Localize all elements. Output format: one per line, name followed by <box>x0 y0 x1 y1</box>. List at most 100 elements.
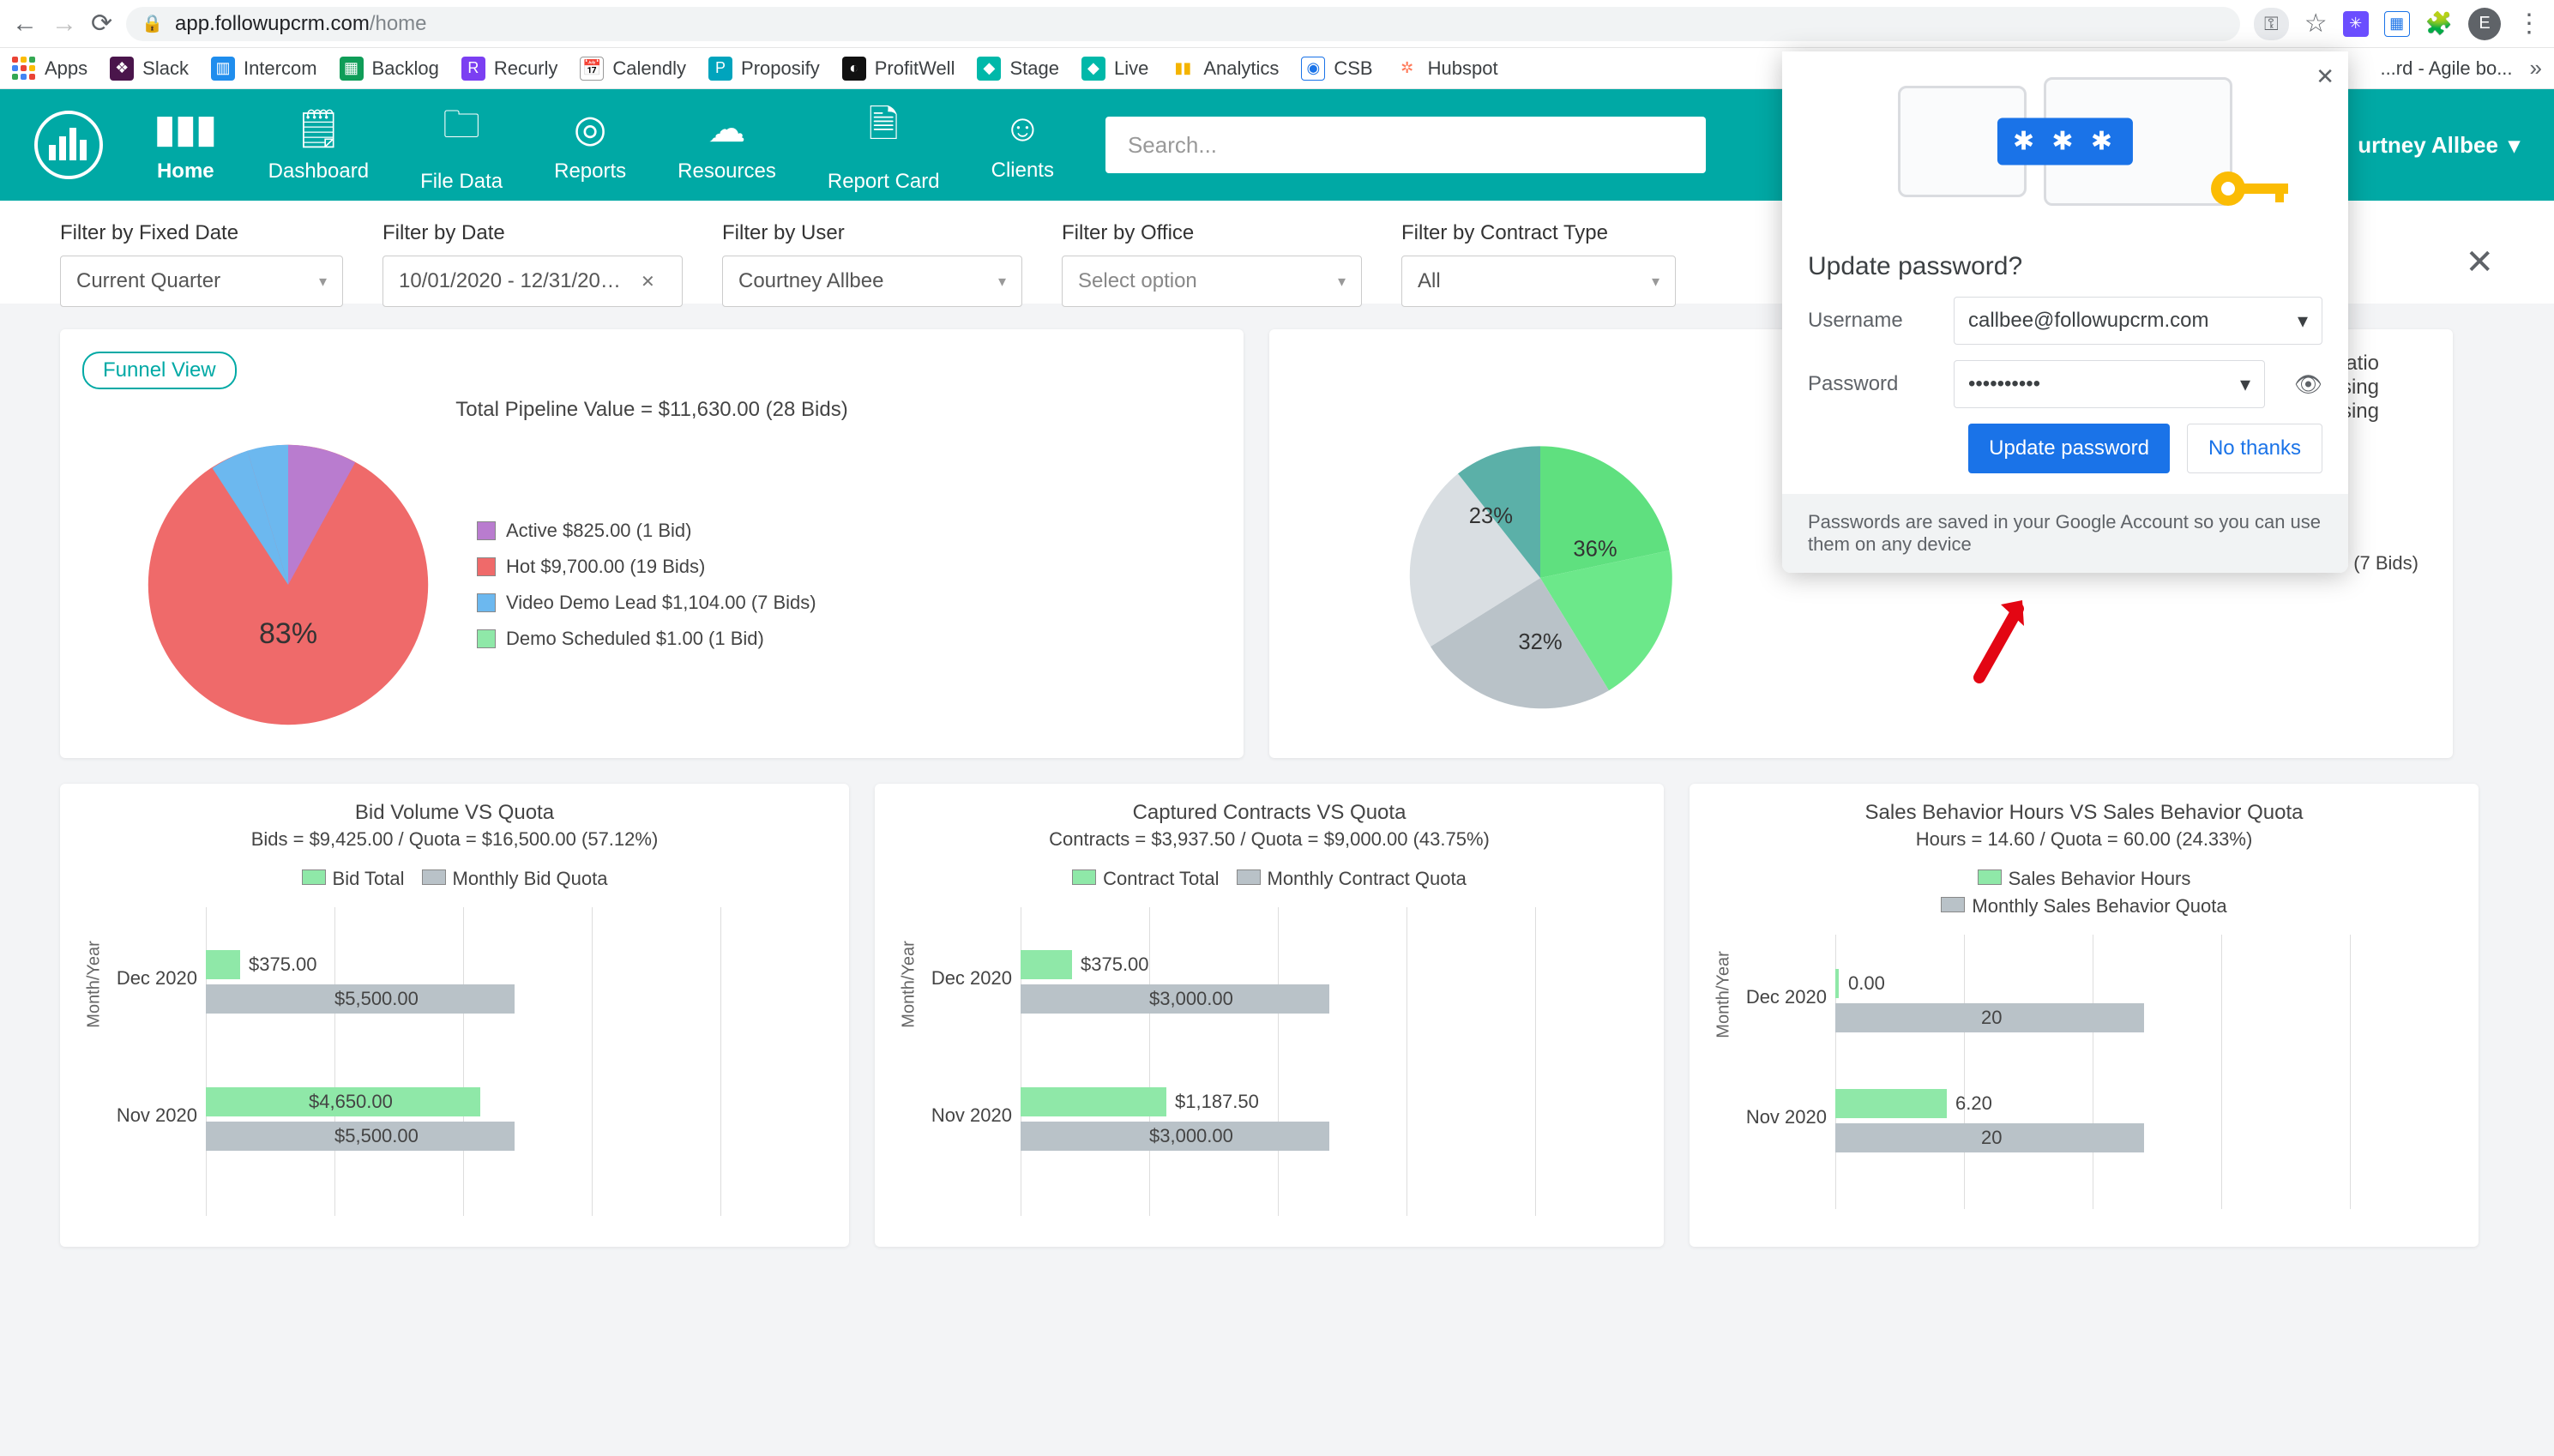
legend-swatch <box>302 869 326 885</box>
nav-label: Home <box>157 159 214 184</box>
bar-value: $375.00 <box>249 954 317 976</box>
filter-value: Courtney Allbee <box>738 269 883 293</box>
legend-swatch <box>1237 869 1261 885</box>
profile-avatar[interactable]: E <box>2468 8 2501 40</box>
nav-resources[interactable]: ☁Resources <box>678 107 776 184</box>
bookmark-calendly[interactable]: 📅Calendly <box>580 57 686 81</box>
filter-contract-type: Filter by Contract Type All▾ <box>1401 221 1676 307</box>
nav-label: Report Card <box>828 170 940 194</box>
nav-label: Reports <box>554 159 626 184</box>
nav-file-data[interactable]: 🗀File Data <box>420 97 503 194</box>
svg-text:32%: 32% <box>1518 630 1562 654</box>
bookmark-stage[interactable]: ◆Stage <box>977 57 1059 81</box>
legend-swatch <box>422 869 446 885</box>
nav-report-card[interactable]: 🗎 Report Card <box>828 97 940 194</box>
star-icon[interactable]: ☆ <box>2304 9 2328 39</box>
update-password-button[interactable]: Update password <box>1968 424 2170 473</box>
bookmark-slack[interactable]: ❖Slack <box>110 57 189 81</box>
bookmark-label: Backlog <box>372 57 439 80</box>
clear-icon[interactable]: ✕ <box>641 271 655 292</box>
bar <box>206 950 240 979</box>
password-save-popup: ✕ ✱ ✱ ✱ Update password? Username callbe… <box>1782 51 2348 573</box>
nav-reports[interactable]: ◎Reports <box>554 107 626 184</box>
clipboard-icon: 🗒 <box>294 106 342 151</box>
funnel-view-button[interactable]: Funnel View <box>82 352 237 389</box>
legend-swatch <box>477 557 496 576</box>
close-icon[interactable]: ✕ <box>2316 63 2334 90</box>
user-menu[interactable]: urtney Allbee ▾ <box>2358 132 2520 159</box>
bookmark-intercom[interactable]: ▥Intercom <box>211 57 317 81</box>
nav-label: Resources <box>678 159 776 184</box>
chart-title: Sales Behavior Hours VS Sales Behavior Q… <box>1707 801 2461 825</box>
app-logo[interactable] <box>34 111 103 179</box>
eye-icon[interactable]: 👁 <box>2294 371 2322 398</box>
filter-office-select[interactable]: Select option▾ <box>1062 256 1362 307</box>
nav-home[interactable]: ▮▮▮Home <box>154 107 217 184</box>
stage-icon: ◆ <box>977 57 1001 81</box>
bookmark-backlog[interactable]: ▦Backlog <box>340 57 439 81</box>
document-icon: 🗎 <box>869 97 899 161</box>
chart-body: Month/Year Dec 2020 $375.00 $5,500.00 No… <box>77 907 832 1216</box>
category-label: Nov 2020 <box>901 1104 1012 1127</box>
filter-office: Filter by Office Select option▾ <box>1062 221 1362 307</box>
bookmark-apps[interactable]: Apps <box>12 57 87 81</box>
bar-value: $3,000.00 <box>1149 1125 1233 1147</box>
bookmark-hubspot[interactable]: ✲Hubspot <box>1395 57 1498 81</box>
search-box[interactable] <box>1105 117 1706 173</box>
bookmark-label: Slack <box>142 57 189 80</box>
search-input[interactable] <box>1128 132 1684 159</box>
password-badge: ✱ ✱ ✱ <box>1997 118 2133 165</box>
bar-value: $5,500.00 <box>334 1125 419 1147</box>
bookmark-csb[interactable]: ◉CSB <box>1301 57 1372 81</box>
recurly-icon: R <box>461 57 485 81</box>
chevron-down-icon: ▾ <box>2509 132 2520 159</box>
bookmark-label: ProfitWell <box>875 57 955 80</box>
no-thanks-button[interactable]: No thanks <box>2187 424 2322 473</box>
extension-icon-1[interactable]: ✳ <box>2343 11 2369 37</box>
filter-label: Filter by User <box>722 221 1022 245</box>
filter-user-select[interactable]: Courtney Allbee▾ <box>722 256 1022 307</box>
back-button[interactable]: ← <box>12 9 38 39</box>
legend-label: Monthly Sales Behavior Quota <box>1972 895 2226 917</box>
extension-icon-2[interactable]: ▦ <box>2384 11 2410 37</box>
legend-label: Hot $9,700.00 (19 Bids) <box>506 556 705 578</box>
filter-label: Filter by Fixed Date <box>60 221 343 245</box>
chart-bid-volume: Bid Volume VS Quota Bids = $9,425.00 / Q… <box>60 784 849 1247</box>
filter-user: Filter by User Courtney Allbee▾ <box>722 221 1022 307</box>
filter-contract-select[interactable]: All▾ <box>1401 256 1676 307</box>
extensions-icon[interactable]: 🧩 <box>2425 10 2453 37</box>
nav-user-partial: urtney Allbee <box>2358 132 2498 159</box>
username-select[interactable]: callbee@followupcrm.com▾ <box>1954 297 2322 345</box>
address-bar[interactable]: 🔒 app.followupcrm.com/home <box>126 7 2240 41</box>
kebab-menu-icon[interactable]: ⋮ <box>2516 9 2542 39</box>
pipeline-title: Total Pipeline Value = $11,630.00 (28 Bi… <box>82 398 1221 422</box>
bookmark-analytics[interactable]: ▮▮Analytics <box>1171 57 1279 81</box>
forward-button[interactable]: → <box>51 9 77 39</box>
legend-label: Monthly Bid Quota <box>453 868 608 889</box>
bookmark-recurly[interactable]: RRecurly <box>461 57 558 81</box>
password-select[interactable]: ••••••••••▾ <box>1954 360 2265 408</box>
nav-clients[interactable]: ☺Clients <box>991 107 1054 183</box>
bookmark-live[interactable]: ◆Live <box>1081 57 1148 81</box>
nav-dashboard[interactable]: 🗒Dashboard <box>268 106 369 184</box>
pie-main-pct: 83% <box>259 617 317 650</box>
bar-value: $375.00 <box>1081 954 1149 976</box>
chevron-down-icon: ▾ <box>319 273 327 291</box>
pipeline-pie-chart: 83% <box>142 439 434 731</box>
profitwell-icon: ◐ <box>842 57 866 81</box>
filter-date-input[interactable]: 10/01/2020 - 12/31/2020✕ <box>382 256 683 307</box>
bookmarks-more-icon[interactable]: » <box>2530 55 2542 81</box>
chart-title: Captured Contracts VS Quota <box>892 801 1647 825</box>
bookmark-overflow[interactable]: ...rd - Agile bo... <box>2380 57 2512 80</box>
bookmark-profitwell[interactable]: ◐ ProfitWell <box>842 57 955 81</box>
password-key-icon[interactable]: ⚿ <box>2254 8 2289 40</box>
key-icon <box>2202 163 2297 214</box>
bookmark-label: Live <box>1114 57 1148 80</box>
legend-swatch <box>477 629 496 648</box>
legend-swatch <box>477 593 496 612</box>
bookmark-proposify[interactable]: PProposify <box>708 57 820 81</box>
close-filters-button[interactable]: ✕ <box>2465 243 2494 282</box>
reload-button[interactable]: ⟳ <box>91 9 112 39</box>
chevron-down-icon: ▾ <box>2298 309 2308 334</box>
filter-fixed-date-select[interactable]: Current Quarter▾ <box>60 256 343 307</box>
